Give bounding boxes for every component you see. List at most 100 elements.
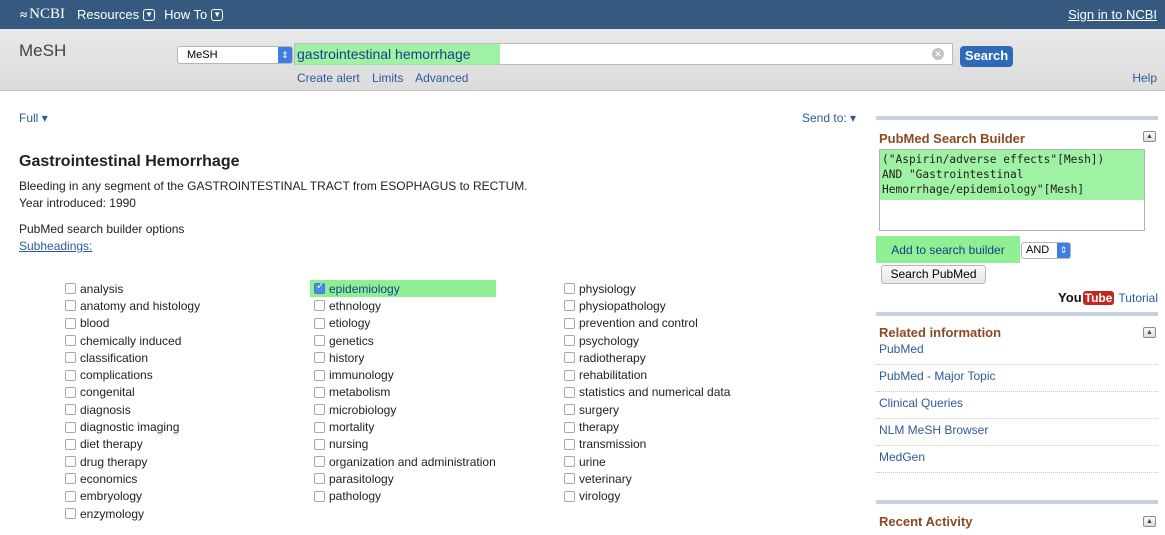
- subheading-checkbox[interactable]: [314, 456, 325, 468]
- subheading-checkbox[interactable]: [564, 352, 575, 364]
- subheading-checkbox[interactable]: [65, 490, 76, 502]
- search-builder-textarea[interactable]: ("Aspirin/adverse effects"[Mesh]) AND "G…: [879, 149, 1145, 231]
- subheading-checkbox[interactable]: [564, 317, 575, 329]
- subheading-checkbox[interactable]: [65, 300, 76, 312]
- subheading-checkbox[interactable]: [314, 404, 325, 416]
- subheading-option[interactable]: immunology: [314, 366, 496, 383]
- subheading-checkbox[interactable]: [314, 438, 325, 450]
- subheading-option[interactable]: psychology: [564, 332, 730, 349]
- subheading-checkbox[interactable]: [564, 369, 575, 381]
- subheading-checkbox[interactable]: [65, 421, 76, 433]
- format-menu[interactable]: Full ▾: [19, 111, 48, 125]
- subheading-option[interactable]: rehabilitation: [564, 366, 730, 383]
- youtube-tutorial-link[interactable]: You Tube Tutorial: [1058, 290, 1158, 305]
- subheading-option[interactable]: microbiology: [314, 401, 496, 418]
- subheading-option[interactable]: analysis: [65, 280, 200, 297]
- subheading-checkbox[interactable]: [564, 386, 575, 398]
- subheading-option[interactable]: ethnology: [314, 297, 496, 314]
- subheading-option[interactable]: surgery: [564, 401, 730, 418]
- resources-menu[interactable]: Resources ▼: [77, 7, 156, 22]
- subheading-option[interactable]: etiology: [314, 315, 496, 332]
- subheading-checkbox[interactable]: [65, 456, 76, 468]
- subheading-option[interactable]: radiotherapy: [564, 349, 730, 366]
- collapse-icon[interactable]: ▲: [1143, 516, 1156, 527]
- subheading-option[interactable]: blood: [65, 315, 200, 332]
- subheading-option[interactable]: complications: [65, 366, 200, 383]
- related-link[interactable]: PubMed: [876, 338, 1158, 365]
- subheading-checkbox[interactable]: [564, 438, 575, 450]
- subheading-checkbox[interactable]: [314, 421, 325, 433]
- search-button[interactable]: Search: [960, 46, 1013, 67]
- ncbi-logo[interactable]: ≈ NCBI: [20, 6, 65, 23]
- add-to-search-builder-button[interactable]: Add to search builder: [876, 236, 1020, 263]
- related-link[interactable]: NLM MeSH Browser: [876, 419, 1158, 446]
- subheading-checkbox[interactable]: [314, 317, 325, 329]
- help-link[interactable]: Help: [1132, 71, 1157, 85]
- subheading-checkbox[interactable]: [65, 369, 76, 381]
- subheading-option[interactable]: pathology: [314, 488, 496, 505]
- subheading-checkbox[interactable]: [564, 473, 575, 485]
- subheading-checkbox[interactable]: [65, 404, 76, 416]
- subheading-checkbox[interactable]: [65, 508, 76, 519]
- subheading-checkbox[interactable]: [564, 404, 575, 416]
- subheading-option[interactable]: statistics and numerical data: [564, 384, 730, 401]
- subheading-option[interactable]: diet therapy: [65, 436, 200, 453]
- subheading-checkbox[interactable]: [65, 352, 76, 364]
- subheading-checkbox[interactable]: [564, 456, 575, 468]
- subheading-option[interactable]: embryology: [65, 488, 200, 505]
- send-to-menu[interactable]: Send to: ▾: [802, 111, 856, 125]
- subheading-option[interactable]: drug therapy: [65, 453, 200, 470]
- related-link[interactable]: Clinical Queries: [876, 392, 1158, 419]
- subheading-option[interactable]: epidemiology: [310, 280, 496, 298]
- database-select[interactable]: MeSH ⇕: [177, 46, 293, 64]
- subheading-checkbox[interactable]: [314, 335, 325, 347]
- collapse-icon[interactable]: ▲: [1143, 131, 1156, 142]
- search-input[interactable]: gastrointestinal hemorrhage ✕: [294, 43, 953, 65]
- subheading-option[interactable]: classification: [65, 349, 200, 366]
- subheading-option[interactable]: physiopathology: [564, 297, 730, 314]
- subheading-checkbox[interactable]: [564, 283, 575, 295]
- subheading-checkbox[interactable]: [65, 335, 76, 347]
- subheading-option[interactable]: transmission: [564, 436, 730, 453]
- subheading-checkbox[interactable]: [65, 438, 76, 450]
- subheading-option[interactable]: genetics: [314, 332, 496, 349]
- limits-link[interactable]: Limits: [372, 71, 403, 85]
- subheading-option[interactable]: veterinary: [564, 470, 730, 487]
- boolean-operator-select[interactable]: AND ⇕: [1021, 242, 1071, 259]
- create-alert-link[interactable]: Create alert: [297, 71, 360, 85]
- subheading-checkbox[interactable]: [65, 473, 76, 485]
- subheading-option[interactable]: organization and administration: [314, 453, 496, 470]
- subheading-option[interactable]: economics: [65, 470, 200, 487]
- how-to-menu[interactable]: How To ▼: [164, 7, 224, 22]
- subheading-option[interactable]: anatomy and histology: [65, 297, 200, 314]
- subheading-checkbox[interactable]: [564, 335, 575, 347]
- subheading-option[interactable]: congenital: [65, 384, 200, 401]
- subheading-option[interactable]: parasitology: [314, 470, 496, 487]
- subheading-checkbox[interactable]: [314, 386, 325, 398]
- advanced-link[interactable]: Advanced: [415, 71, 468, 85]
- subheading-option[interactable]: urine: [564, 453, 730, 470]
- subheading-checkbox[interactable]: [65, 317, 76, 329]
- subheading-option[interactable]: chemically induced: [65, 332, 200, 349]
- subheading-checkbox[interactable]: [65, 283, 76, 295]
- subheading-option[interactable]: virology: [564, 488, 730, 505]
- subheading-option[interactable]: nursing: [314, 436, 496, 453]
- subheading-checkbox[interactable]: [314, 300, 325, 312]
- subheading-checkbox[interactable]: [314, 281, 325, 295]
- subheading-checkbox[interactable]: [314, 369, 325, 381]
- subheading-option[interactable]: diagnostic imaging: [65, 418, 200, 435]
- subheading-checkbox[interactable]: [564, 421, 575, 433]
- related-link[interactable]: PubMed - Major Topic: [876, 365, 1158, 392]
- subheading-option[interactable]: history: [314, 349, 496, 366]
- subheading-checkbox[interactable]: [564, 490, 575, 502]
- collapse-icon[interactable]: ▲: [1143, 326, 1156, 338]
- subheading-option[interactable]: enzymology: [65, 505, 200, 522]
- subheading-option[interactable]: mortality: [314, 418, 496, 435]
- subheading-checkbox[interactable]: [314, 352, 325, 364]
- subheadings-link[interactable]: Subheadings:: [19, 239, 92, 253]
- clear-icon[interactable]: ✕: [932, 48, 944, 60]
- search-pubmed-button[interactable]: Search PubMed: [881, 265, 986, 284]
- sign-in-link[interactable]: Sign in to NCBI: [1068, 7, 1157, 22]
- subheading-checkbox[interactable]: [65, 386, 76, 398]
- subheading-option[interactable]: metabolism: [314, 384, 496, 401]
